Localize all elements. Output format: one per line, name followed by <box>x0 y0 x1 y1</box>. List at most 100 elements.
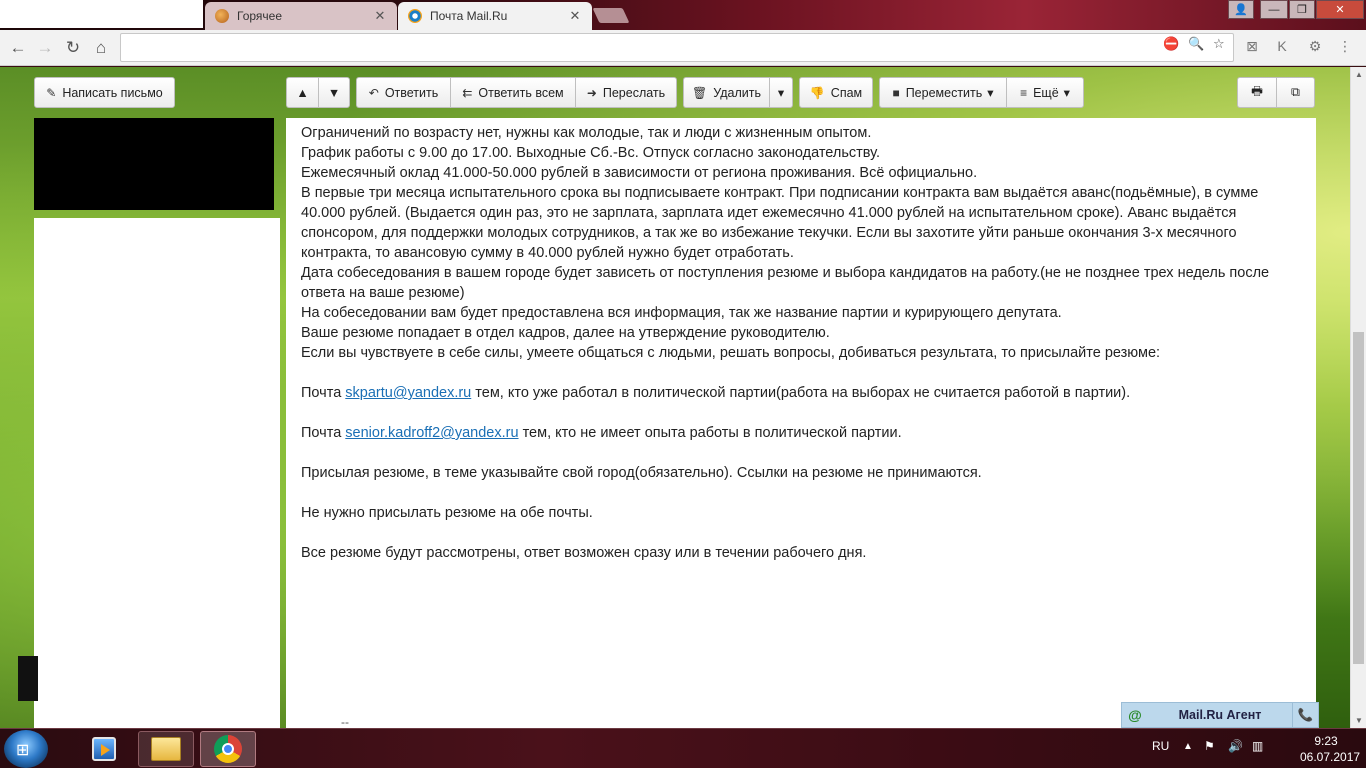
mail-prefix: Почта <box>301 385 346 401</box>
scroll-down-icon[interactable]: ▼ <box>1354 716 1364 725</box>
back-arrow-icon[interactable]: ← <box>6 37 30 59</box>
scroll-up-icon[interactable]: ▲ <box>1354 70 1364 79</box>
volume-icon[interactable]: 🔊 <box>1228 739 1243 753</box>
message-nav-group: ▲ ▼ <box>286 77 350 108</box>
tab-title: Горячее <box>237 9 283 23</box>
compose-label: Написать письмо <box>62 85 163 100</box>
reply-all-label: Ответить всем <box>478 85 564 100</box>
message-note: Все резюме будут рассмотрены, ответ возм… <box>301 545 867 561</box>
mail-instruction-2: Почта senior.kadroff2@yandex.ru тем, кто… <box>301 423 1301 443</box>
delete-label: Удалить <box>713 85 761 100</box>
move-more-group: ■ Переместить ▾ ≡ Ещё ▾ <box>879 77 1084 108</box>
spam-label: Спам <box>830 85 863 100</box>
message-line: Ваше резюме попадает в отдел кадров, дал… <box>301 325 830 341</box>
delete-dropdown-button[interactable]: ▾ <box>769 77 793 108</box>
menu-icon[interactable]: ⋮ <box>1335 38 1355 58</box>
reply-button[interactable]: ↶ Ответить <box>356 77 450 108</box>
print-button[interactable]: 🖶 <box>1237 77 1276 108</box>
tab-hot[interactable]: Горячее ✕ <box>205 2 397 30</box>
next-message-button[interactable]: ▼ <box>318 77 350 108</box>
taskbar-media-player[interactable] <box>76 731 132 767</box>
message-line: На собеседовании вам будет предоставлена… <box>301 305 1062 321</box>
mailru-agent-widget[interactable]: @ Mail.Ru Агент 📞 <box>1121 702 1319 728</box>
prev-message-button[interactable]: ▲ <box>286 77 318 108</box>
message-line: График работы с 9.00 до 17.00. Выходные … <box>301 145 881 161</box>
bookmark-star-icon[interactable]: ☆ <box>1213 36 1225 52</box>
printer-icon: 🖶 <box>1251 84 1263 98</box>
move-label: Переместить <box>905 85 983 100</box>
forward-arrow-icon[interactable]: → <box>33 37 57 59</box>
pencil-icon: ✎ <box>46 85 57 100</box>
zoom-icon[interactable]: 🔍 <box>1188 36 1204 52</box>
action-center-flag-icon[interactable]: ⚑ <box>1204 739 1215 753</box>
tab-mail[interactable]: Почта Mail.Ru ✕ <box>398 2 592 30</box>
agent-title: Mail.Ru Агент <box>1178 708 1262 722</box>
reply-icon: ↶ <box>368 85 379 100</box>
tab-close-icon[interactable]: ✕ <box>373 8 387 24</box>
folder-icon <box>151 737 181 761</box>
trash-icon: 🗑 <box>692 85 708 100</box>
agent-at-icon: @ <box>1128 707 1142 723</box>
print-group: 🖶 ⧉ <box>1237 77 1315 108</box>
spam-button[interactable]: 👎 Спам <box>799 77 873 108</box>
start-button[interactable]: ⊞ <box>4 730 48 768</box>
delete-button[interactable]: 🗑 Удалить <box>683 77 769 108</box>
browser-toolbar: ← → ↻ ⌂ ⛔ 🔍 ☆ ⊠ K ⚙ ⋮ <box>0 30 1366 66</box>
message-note: Присылая резюме, в теме указывайте свой … <box>301 465 982 481</box>
windows-taskbar: ⊞ RU ▲ ⚑ 🔊 ▥ 9:23 06.07.2017 <box>0 728 1366 768</box>
message-body: Ограничений по возрасту нет, нужны как м… <box>286 118 1316 729</box>
chevron-down-icon: ▾ <box>987 86 994 100</box>
forward-label: Переслать <box>602 85 666 100</box>
message-note: Не нужно присылать резюме на обе почты. <box>301 505 593 521</box>
tab-title: Почта Mail.Ru <box>430 9 508 23</box>
redacted-sliver <box>18 656 38 701</box>
profile-icon[interactable]: 👤 <box>1228 0 1254 19</box>
move-button[interactable]: ■ Переместить ▾ <box>879 77 1006 108</box>
mail-suffix: тем, кто не имеет опыта работы в политич… <box>518 425 902 441</box>
minimize-button[interactable]: — <box>1260 0 1288 19</box>
media-player-icon <box>92 737 116 761</box>
maximize-button[interactable]: ❐ <box>1289 0 1315 19</box>
new-tab-button[interactable] <box>592 8 630 23</box>
expand-button[interactable]: ⧉ <box>1276 77 1315 108</box>
mailru-favicon-icon <box>408 9 422 23</box>
extension-icon[interactable]: ⊠ <box>1242 38 1262 58</box>
page-scrollbar[interactable]: ▲ ▼ <box>1350 67 1366 728</box>
compose-button[interactable]: ✎ Написать письмо <box>34 77 175 108</box>
message-line: В первые три месяца испытательного срока… <box>301 185 1259 261</box>
redacted-block <box>34 118 274 210</box>
folder-icon: ■ <box>892 85 900 100</box>
more-button[interactable]: ≡ Ещё ▾ <box>1006 77 1084 108</box>
mail-instruction-1: Почта skpartu@yandex.ru тем, кто уже раб… <box>301 383 1301 403</box>
phone-icon[interactable]: 📞 <box>1292 703 1318 727</box>
kaspersky-icon[interactable]: K <box>1272 38 1292 58</box>
titlebar-blank-area <box>0 0 203 28</box>
taskbar-explorer[interactable] <box>138 731 194 767</box>
reply-label: Ответить <box>384 85 439 100</box>
blocked-content-icon[interactable]: ⛔ <box>1163 36 1179 52</box>
scrollbar-thumb[interactable] <box>1353 332 1364 664</box>
forward-button[interactable]: ➜ Переслать <box>575 77 677 108</box>
windows-logo-icon: ⊞ <box>16 742 30 759</box>
message-line: Дата собеседования в вашем городе будет … <box>301 265 1270 301</box>
home-icon[interactable]: ⌂ <box>89 37 113 59</box>
reply-all-button[interactable]: ⇇ Ответить всем <box>450 77 575 108</box>
address-bar[interactable] <box>120 33 1234 62</box>
network-icon[interactable]: ▥ <box>1252 739 1263 753</box>
extension-icon[interactable]: ⚙ <box>1305 38 1325 58</box>
reply-group: ↶ Ответить ⇇ Ответить всем ➜ Переслать <box>356 77 677 108</box>
tab-close-icon[interactable]: ✕ <box>568 8 582 24</box>
tray-expand-icon[interactable]: ▲ <box>1183 741 1193 752</box>
reload-icon[interactable]: ↻ <box>61 37 85 59</box>
mail-suffix: тем, кто уже работал в политической парт… <box>471 385 1131 401</box>
email-link[interactable]: skpartu@yandex.ru <box>345 385 471 401</box>
sidebar-panel <box>34 218 280 728</box>
list-icon: ≡ <box>1020 85 1028 100</box>
language-indicator[interactable]: RU <box>1152 739 1169 753</box>
close-window-button[interactable]: ✕ <box>1316 0 1364 19</box>
message-line: Ограничений по возрасту нет, нужны как м… <box>301 125 872 141</box>
email-link[interactable]: senior.kadroff2@yandex.ru <box>345 425 518 441</box>
taskbar-chrome[interactable] <box>200 731 256 767</box>
message-line: Ежемесячный оклад 41.000-50.000 рублей в… <box>301 165 978 181</box>
system-clock[interactable]: 9:23 06.07.2017 <box>1300 733 1360 765</box>
